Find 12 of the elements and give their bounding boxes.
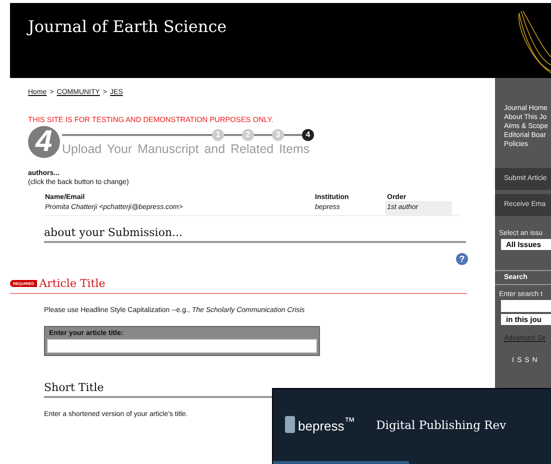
step-indicator: 4 (302, 129, 314, 141)
step-number-circle: 4 (28, 126, 60, 158)
section-heading: about your Submission... (44, 226, 466, 243)
step-title: Upload Your Manuscript and Related Items (62, 142, 311, 156)
logo-icon (285, 416, 295, 434)
brand-name: bepress$^{™}$ (298, 416, 356, 434)
overlay-title: Digital Publishing Rev (376, 418, 506, 432)
journal-title: Journal of Earth Science (28, 17, 227, 36)
input-field[interactable] (47, 339, 317, 353)
section-heading: Article Title (39, 277, 106, 290)
search-field[interactable] (501, 300, 551, 312)
help-icon[interactable]: ? (456, 253, 468, 265)
